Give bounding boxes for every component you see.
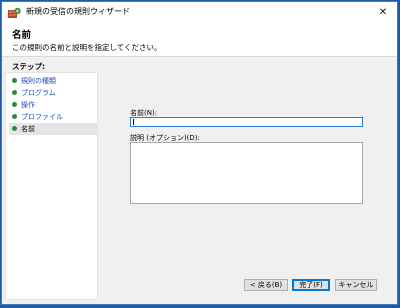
step-program[interactable]: プログラム bbox=[9, 87, 97, 99]
step-completed-icon bbox=[12, 77, 17, 83]
content-pane: 名前(N): 説明 (オプション)(D): < 戻る(B) 完了(F) キャンセ… bbox=[101, 72, 396, 300]
step-name[interactable]: 名前 bbox=[9, 123, 97, 135]
name-input[interactable] bbox=[130, 117, 363, 127]
step-label: 名前 bbox=[21, 125, 35, 133]
window-title: 新規の受信の規則ウィザード bbox=[26, 7, 130, 16]
firewall-app-icon bbox=[8, 7, 21, 18]
cancel-button[interactable]: キャンセル bbox=[335, 279, 377, 291]
step-completed-icon bbox=[12, 113, 17, 119]
page-description: この規則の名前と説明を指定してください。 bbox=[12, 43, 162, 52]
step-profile[interactable]: プロファイル bbox=[9, 111, 97, 123]
text-caret bbox=[133, 119, 134, 125]
steps-pane: 規則の種類 プログラム 操作 プロファイル 名前 bbox=[5, 72, 98, 300]
wizard-header: 名前 この規則の名前と説明を指定してください。 bbox=[2, 24, 397, 57]
step-action[interactable]: 操作 bbox=[9, 99, 97, 111]
back-button[interactable]: < 戻る(B) bbox=[244, 279, 288, 291]
close-button[interactable]: ✕ bbox=[369, 2, 397, 24]
description-textarea[interactable] bbox=[130, 142, 363, 204]
step-label: プロファイル bbox=[21, 113, 63, 121]
step-label: プログラム bbox=[21, 89, 56, 97]
page-title: 名前 bbox=[12, 30, 32, 41]
step-completed-icon bbox=[12, 101, 17, 107]
close-icon: ✕ bbox=[378, 7, 388, 18]
step-current-icon bbox=[12, 125, 17, 131]
title-bar[interactable]: 新規の受信の規則ウィザード ✕ bbox=[2, 2, 397, 24]
wizard-window: 新規の受信の規則ウィザード ✕ 名前 この規則の名前と説明を指定してください。 … bbox=[1, 1, 398, 305]
step-completed-icon bbox=[12, 89, 17, 95]
finish-button[interactable]: 完了(F) bbox=[292, 279, 330, 291]
steps-heading: ステップ: bbox=[12, 62, 45, 71]
step-rule-type[interactable]: 規則の種類 bbox=[9, 75, 97, 87]
step-label: 操作 bbox=[21, 101, 35, 109]
step-label: 規則の種類 bbox=[21, 77, 56, 85]
